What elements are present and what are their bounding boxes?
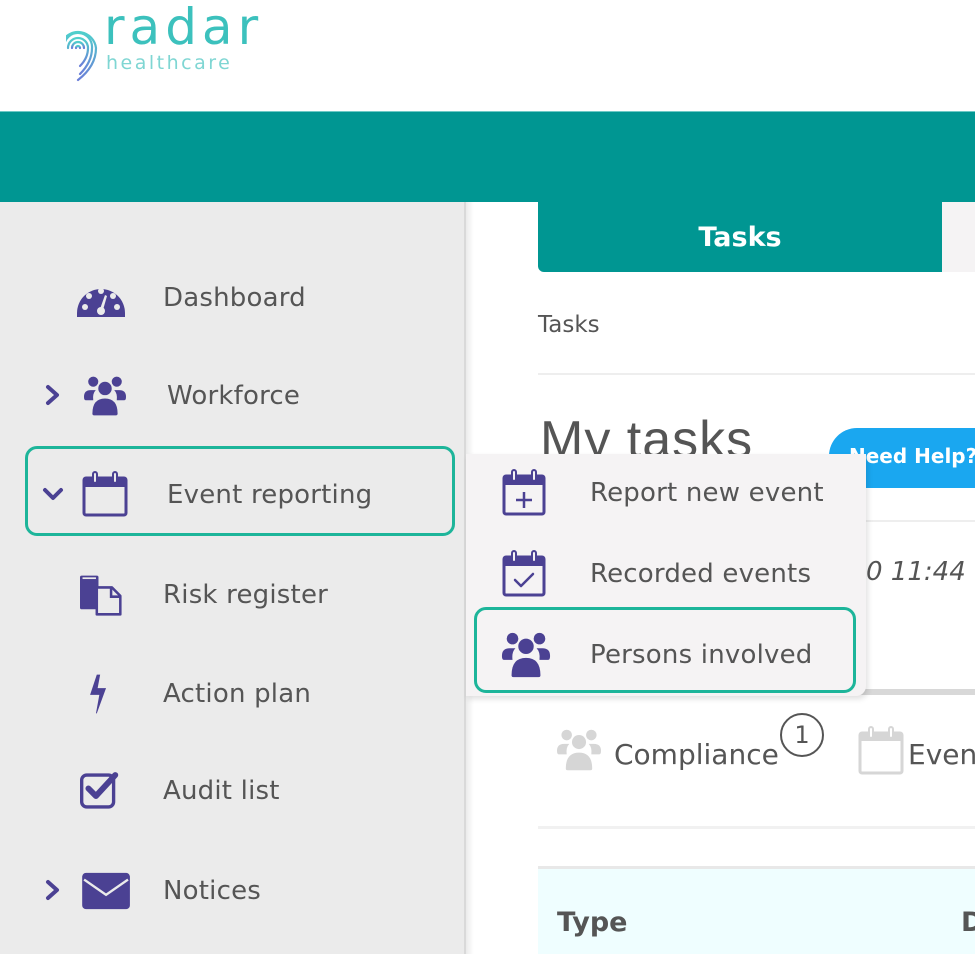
calendar-check-icon: [502, 550, 546, 597]
sidebar-item-label: Dashboard: [163, 283, 306, 313]
breadcrumb[interactable]: Tasks: [538, 312, 600, 338]
dashboard-gauge-icon: [77, 288, 125, 317]
category-tab-label: Compliance: [614, 738, 779, 771]
logo-subtitle: healthcare: [106, 52, 233, 74]
sidebar-item-label: Workforce: [167, 381, 301, 411]
tab-tasks[interactable]: Tasks: [538, 202, 942, 272]
task-timestamp: 0 11:44: [866, 557, 966, 587]
submenu-item-persons-involved[interactable]: Persons involved: [466, 616, 866, 696]
sidebar-item-workforce[interactable]: Workforce: [0, 365, 466, 425]
documents-icon: [80, 575, 122, 616]
sidebar-item-label: Notices: [163, 876, 262, 906]
lightning-bolt-icon: [90, 674, 107, 714]
calendar-plus-icon: [502, 469, 546, 516]
tasks-table-header: Type D: [538, 866, 975, 954]
submenu-item-label: Persons involved: [590, 640, 813, 670]
column-header-d[interactable]: D: [961, 907, 975, 938]
submenu-item-recorded-events[interactable]: Recorded events: [466, 535, 866, 615]
chevron-right-icon[interactable]: [42, 383, 64, 407]
logo-wordmark: radar: [104, 0, 264, 56]
sidebar-item-label: Audit list: [163, 776, 280, 806]
header-band: [0, 111, 975, 202]
sidebar-item-action-plan[interactable]: Action plan: [0, 663, 466, 723]
sidebar-item-risk-register[interactable]: Risk register: [0, 564, 466, 624]
category-tabs: Compliance Even: [538, 700, 975, 820]
users-group-icon: [84, 376, 126, 416]
submenu-item-label: Report new event: [590, 478, 824, 508]
submenu-item-label: Recorded events: [590, 559, 812, 589]
breadcrumb-divider: [538, 373, 975, 375]
category-divider: [538, 826, 975, 829]
sidebar-item-notices[interactable]: Notices: [0, 860, 466, 920]
chevron-right-icon[interactable]: [42, 878, 64, 902]
category-tab-events[interactable]: Even: [858, 722, 975, 782]
column-header-type[interactable]: Type: [557, 907, 627, 938]
sidebar-nav: Dashboard Workforce Event reporting Risk…: [0, 202, 466, 954]
users-group-icon: [557, 729, 601, 771]
calendar-icon: [82, 471, 128, 517]
sidebar-item-event-reporting[interactable]: Event reporting: [0, 464, 466, 524]
page-title: My tasks: [540, 411, 754, 454]
event-reporting-submenu: Report new event Recorded events Persons…: [466, 454, 866, 696]
users-group-icon: [501, 632, 551, 678]
radar-healthcare-logo[interactable]: radar healthcare: [66, 2, 276, 83]
top-bar: radar healthcare: [0, 0, 975, 111]
calendar-icon: [858, 726, 904, 775]
chevron-down-icon[interactable]: [42, 482, 64, 506]
sidebar-item-label: Risk register: [163, 580, 329, 610]
checkbox-checked-icon: [80, 772, 119, 809]
submenu-item-report-new-event[interactable]: Report new event: [466, 454, 866, 534]
sidebar-item-audit-list[interactable]: Audit list: [0, 760, 466, 820]
compliance-count-badge: 1: [780, 713, 824, 757]
sidebar-item-label: Action plan: [163, 679, 312, 709]
radar-waves-icon: [66, 30, 98, 82]
category-tab-compliance[interactable]: Compliance: [554, 722, 784, 782]
tab-secondary[interactable]: [942, 202, 975, 272]
sidebar-item-label: Event reporting: [167, 480, 373, 510]
envelope-icon: [82, 872, 130, 910]
sidebar-item-dashboard[interactable]: Dashboard: [0, 267, 466, 327]
category-tab-label: Even: [908, 738, 975, 771]
